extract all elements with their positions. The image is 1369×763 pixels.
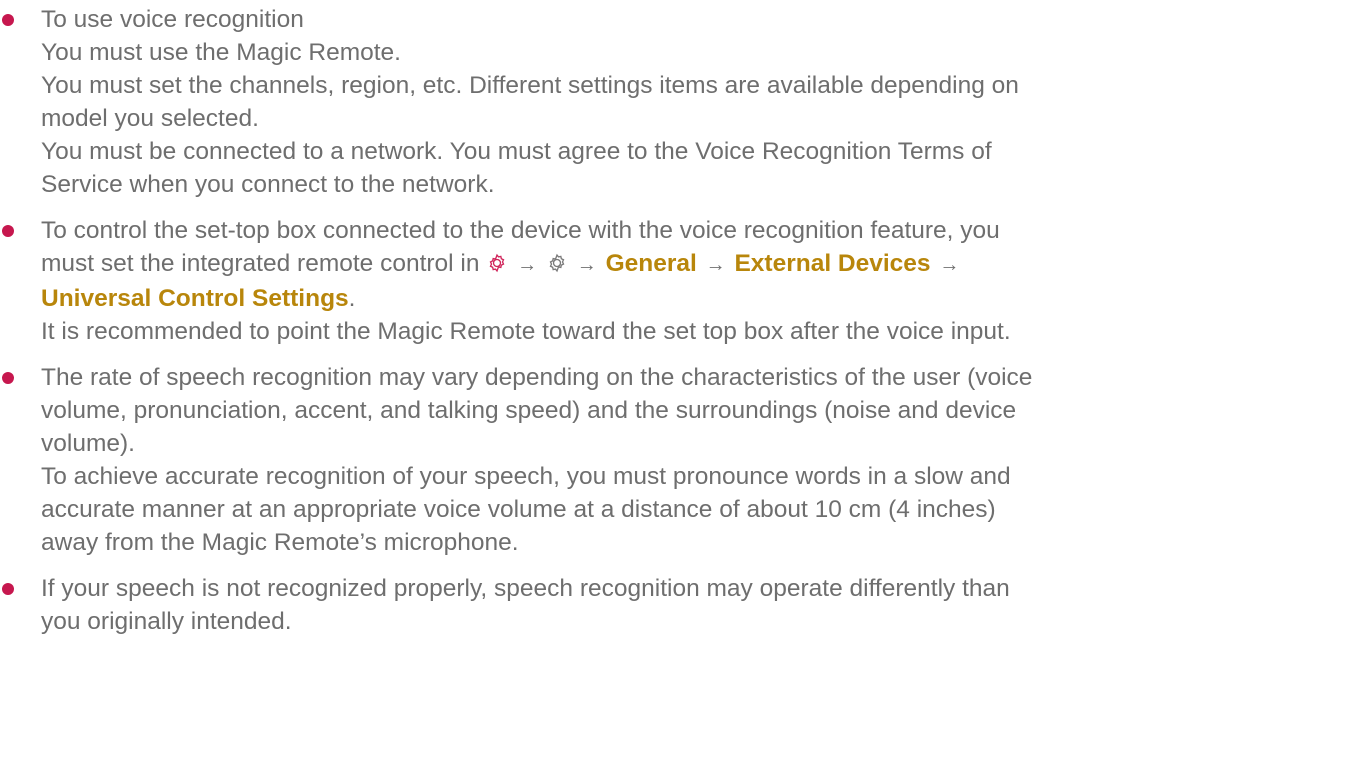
menu-universal-control-settings: Universal Control Settings (41, 285, 349, 312)
item-line: You must use the Magic Remote. (41, 39, 401, 66)
arrow-icon: → (705, 254, 726, 276)
arrow-icon: → (576, 254, 597, 276)
voice-recognition-notes: To use voice recognition You must use th… (0, 0, 1032, 651)
item-line: To achieve accurate recognition of your … (41, 463, 1011, 490)
settings-gear-icon (489, 253, 505, 273)
bullet-icon (2, 583, 14, 595)
bullet-icon (2, 225, 14, 237)
item-line: volume, pronunciation, accent, and talki… (41, 397, 1017, 424)
item-line: To use voice recognition (41, 6, 304, 33)
list-item: To control the set-top box connected to … (0, 214, 1032, 348)
arrow-icon: → (517, 254, 538, 276)
item-text: must set the integrated remote control i… (41, 250, 480, 277)
list-item: The rate of speech recognition may vary … (0, 361, 1032, 559)
item-line: you originally intended. (41, 608, 292, 635)
bullet-icon (2, 14, 14, 26)
item-line: model you selected. (41, 105, 259, 132)
settings-path-line: Universal Control Settings. (41, 282, 1032, 315)
item-line: If your speech is not recognized properl… (41, 575, 1010, 602)
period-text: . (348, 285, 356, 312)
item-line: You must set the channels, region, etc. … (41, 72, 1019, 99)
item-line: accurate manner at an appropriate voice … (41, 496, 996, 523)
item-line: The rate of speech recognition may vary … (41, 364, 1033, 391)
item-line: To control the set-top box connected to … (41, 217, 1000, 244)
settings-path-line: must set the integrated remote control i… (41, 247, 1032, 282)
menu-external-devices: External Devices (734, 250, 931, 277)
item-line: away from the Magic Remote’s microphone. (41, 529, 519, 556)
item-line: volume). (41, 430, 135, 457)
list-item: To use voice recognition You must use th… (0, 3, 1032, 201)
all-settings-gear-icon (549, 253, 565, 273)
menu-general: General (605, 250, 697, 277)
bullet-icon (2, 372, 14, 384)
item-line: You must be connected to a network. You … (41, 138, 992, 165)
arrow-icon: → (939, 254, 960, 276)
item-line: Service when you connect to the network. (41, 171, 495, 198)
item-line: It is recommended to point the Magic Rem… (41, 318, 1011, 345)
list-item: If your speech is not recognized properl… (0, 572, 1032, 638)
